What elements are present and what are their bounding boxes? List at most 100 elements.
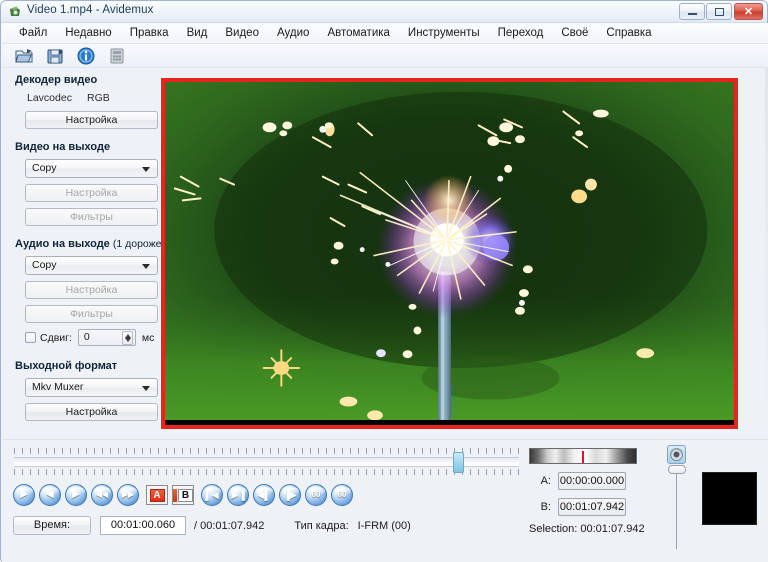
marker-b-button[interactable]: B xyxy=(172,485,194,505)
marker-b-label: B: xyxy=(529,501,551,513)
back-60s-button[interactable]: 60 xyxy=(305,484,327,506)
prev-keyframe-button[interactable]: ▌◀ xyxy=(201,484,223,506)
menu-help[interactable]: Справка xyxy=(597,25,660,41)
time-row: Время: 00:01:00.060 / 00:01:07.942 Тип к… xyxy=(13,516,411,535)
go-start-button[interactable]: ◀▌ xyxy=(253,484,275,506)
audio-output-filters-button[interactable]: Фильтры xyxy=(25,305,158,323)
arrow-right-icon: ▶ xyxy=(65,484,87,506)
timeline-track[interactable] xyxy=(14,457,519,467)
output-format-select[interactable]: Mkv Muxer xyxy=(25,378,158,397)
decoder-codec-value: Lavcodec xyxy=(27,92,87,104)
bottom-bar: ▶ ◀ ▶ ◀◀ ▶▶ A B ▌◀ xyxy=(2,439,768,562)
audio-shift-label: Сдвиг: xyxy=(40,332,72,344)
menu-view[interactable]: Вид xyxy=(178,25,217,41)
video-preview[interactable] xyxy=(161,78,738,429)
close-button[interactable]: ✕ xyxy=(734,3,763,20)
volume-track[interactable] xyxy=(676,469,677,549)
video-output-codec-value: Copy xyxy=(32,162,57,174)
menu-audio[interactable]: Аудио xyxy=(268,25,318,41)
timeline-thumb[interactable] xyxy=(453,452,464,473)
marker-b-bar-icon xyxy=(173,489,177,502)
audio-shift-checkbox[interactable] xyxy=(25,332,36,343)
menu-auto[interactable]: Автоматика xyxy=(318,25,398,41)
chevron-down-icon xyxy=(142,167,150,172)
audio-shift-unit: мс xyxy=(142,332,154,344)
menu-recent[interactable]: Недавно xyxy=(56,25,120,41)
minimize-icon xyxy=(680,4,704,19)
go-end-button[interactable]: ▐▶ xyxy=(279,484,301,506)
frame-type-label: Тип кадра: xyxy=(294,520,348,532)
total-time-label: / 00:01:07.942 xyxy=(194,520,264,532)
menu-tools[interactable]: Инструменты xyxy=(399,25,489,41)
marker-a-button[interactable]: A xyxy=(146,485,168,505)
video-output-config-button[interactable]: Настройка xyxy=(25,184,158,202)
calculator-icon[interactable] xyxy=(107,46,127,66)
window-title: Video 1.mp4 - Avidemux xyxy=(27,4,153,16)
stepper-arrows-icon[interactable] xyxy=(122,331,133,345)
next-frame-button[interactable]: ▶ xyxy=(65,484,87,506)
chevron-down-icon xyxy=(142,264,150,269)
title-bar: Video 1.mp4 - Avidemux ✕ xyxy=(1,1,767,23)
audio-shift-row: Сдвиг: 0 мс xyxy=(25,329,157,346)
play-button[interactable]: ▶ xyxy=(13,484,35,506)
marker-a-field[interactable]: 00:00:00.000 xyxy=(558,472,626,490)
maximize-button[interactable] xyxy=(706,3,732,20)
audio-shift-value: 0 xyxy=(84,331,90,343)
volume-icon[interactable] xyxy=(667,445,686,464)
audio-output-codec-value: Copy xyxy=(32,259,57,271)
marker-b-icon: B xyxy=(178,489,193,502)
timeline-ticks-top xyxy=(14,448,519,454)
volume-control xyxy=(667,445,686,464)
forward-60s-button[interactable]: 60 xyxy=(331,484,353,506)
previous-frame-button[interactable]: ◀ xyxy=(39,484,61,506)
video-output-filters-button[interactable]: Фильтры xyxy=(25,208,158,226)
marker-b-row: B: 00:01:07.942 xyxy=(529,498,644,516)
marker-b-field[interactable]: 00:01:07.942 xyxy=(558,498,626,516)
audio-shift-stepper[interactable]: 0 xyxy=(78,329,136,346)
save-floppy-icon[interactable] xyxy=(45,46,65,66)
video-frame-image xyxy=(165,82,734,420)
back-60s-icon: 60 xyxy=(305,484,327,506)
decoder-section-title: Декодер видео xyxy=(15,74,157,86)
fast-forward-icon: ▶▶ xyxy=(117,484,139,506)
audio-output-config-button[interactable]: Настройка xyxy=(25,281,158,299)
menu-edit[interactable]: Правка xyxy=(121,25,178,41)
skip-end-icon: ▐▶ xyxy=(279,484,301,506)
ab-range-bar[interactable] xyxy=(529,448,637,464)
output-format-value: Mkv Muxer xyxy=(32,381,83,393)
output-format-config-button[interactable]: Настройка xyxy=(25,403,158,421)
transport-controls: ▶ ◀ ▶ ◀◀ ▶▶ A B ▌◀ xyxy=(13,484,353,506)
close-icon: ✕ xyxy=(735,4,762,19)
video-output-codec-select[interactable]: Copy xyxy=(25,159,158,178)
forward-60s-icon: 60 xyxy=(331,484,353,506)
timeline-slider[interactable] xyxy=(14,448,519,478)
output-format-section-title: Выходной формат xyxy=(15,360,157,372)
preview-thumbnail xyxy=(702,472,757,525)
rewind-button[interactable]: ◀◀ xyxy=(91,484,113,506)
ab-selection-panel: A: 00:00:00.000 B: 00:01:07.942 Selectio… xyxy=(529,448,644,535)
volume-thumb[interactable] xyxy=(668,465,686,474)
marker-a-label: A: xyxy=(529,475,551,487)
next-keyframe-button[interactable]: ▶▐ xyxy=(227,484,249,506)
menu-goto[interactable]: Переход xyxy=(489,25,553,41)
main-body: Декодер видео Lavcodec RGB Настройка Вид… xyxy=(2,68,768,439)
audio-output-codec-select[interactable]: Copy xyxy=(25,256,158,275)
marker-a-icon: A xyxy=(150,489,165,502)
menu-file[interactable]: Файл xyxy=(10,25,56,41)
audio-output-title-text: Аудио на выходе xyxy=(15,238,110,250)
left-options-panel: Декодер видео Lavcodec RGB Настройка Вид… xyxy=(2,68,157,439)
decoder-config-button[interactable]: Настройка xyxy=(25,111,158,129)
video-output-section-title: Видео на выходе xyxy=(15,141,157,153)
info-icon[interactable] xyxy=(76,46,96,66)
current-time-field[interactable]: 00:01:00.060 xyxy=(100,516,186,535)
time-button[interactable]: Время: xyxy=(13,516,91,535)
forward-button[interactable]: ▶▶ xyxy=(117,484,139,506)
menu-custom[interactable]: Своё xyxy=(552,25,597,41)
open-folder-icon[interactable] xyxy=(14,46,34,66)
minimize-button[interactable] xyxy=(679,3,705,20)
menu-video[interactable]: Видео xyxy=(216,25,268,41)
decoder-info-row: Lavcodec RGB xyxy=(27,92,157,104)
maximize-icon xyxy=(707,4,731,19)
play-icon: ▶ xyxy=(13,484,35,506)
skip-start-icon: ◀▌ xyxy=(253,484,275,506)
